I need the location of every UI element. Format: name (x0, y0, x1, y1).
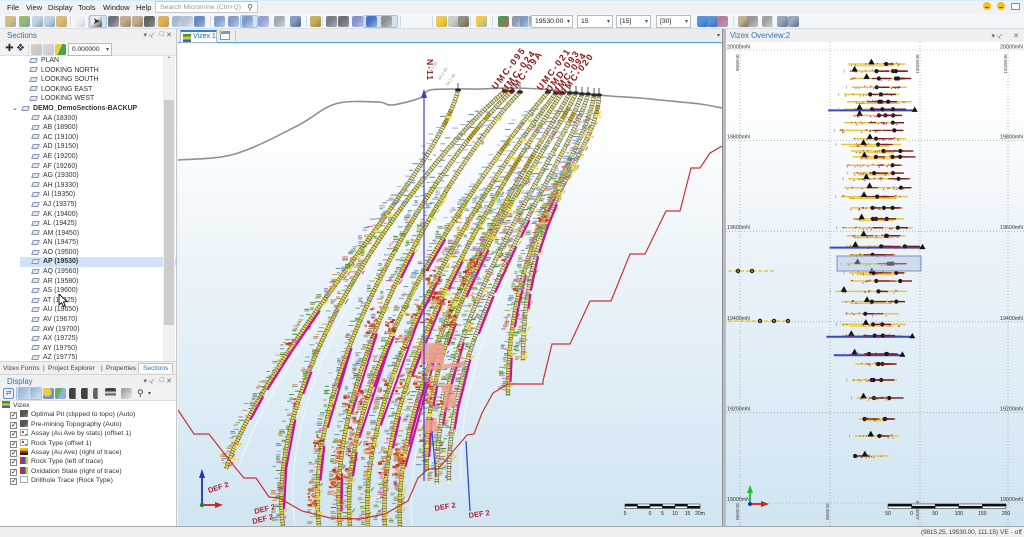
svg-text:TG: TG (256, 384, 262, 390)
svg-text:19600mN: 19600mN (1000, 225, 1023, 231)
svg-text:TG: TG (401, 292, 407, 298)
svg-text:64.2-88: 64.2-88 (437, 66, 449, 81)
svg-text:FG: FG (344, 332, 350, 338)
svg-text:0: 0 (910, 511, 913, 517)
svg-text:200: 200 (1002, 511, 1011, 517)
svg-text:19200mN: 19200mN (1000, 406, 1023, 412)
svg-text:5: 5 (624, 511, 627, 517)
svg-text:DEF 2: DEF 2 (207, 480, 230, 495)
svg-text:DEF 2: DEF 2 (468, 508, 490, 520)
svg-text:TG: TG (400, 372, 406, 378)
svg-text:19600mN: 19600mN (727, 225, 750, 231)
svg-text:19000mN: 19000mN (1000, 497, 1023, 503)
svg-text:20000mN: 20000mN (727, 45, 750, 51)
svg-text:10: 10 (672, 511, 678, 517)
svg-text:TG: TG (470, 291, 476, 297)
svg-text:10000mE: 10000mE (915, 500, 920, 520)
svg-text:DEF 2: DEF 2 (434, 500, 457, 513)
svg-text:FG: FG (504, 319, 510, 325)
svg-text:50: 50 (885, 511, 891, 517)
svg-text:FG: FG (403, 415, 409, 421)
svg-text:9600mE: 9600mE (735, 503, 740, 520)
svg-text:64.2-88: 64.2-88 (445, 72, 457, 87)
svg-text:10000mE: 10000mE (915, 54, 920, 74)
svg-text:50: 50 (932, 511, 938, 517)
svg-text:0: 0 (649, 511, 652, 517)
svg-text:19200mN: 19200mN (727, 406, 750, 412)
svg-text:9800mE: 9800mE (825, 503, 830, 520)
svg-text:19800mN: 19800mN (1000, 135, 1023, 141)
svg-text:20000mN: 20000mN (1000, 45, 1023, 51)
svg-text:150: 150 (978, 511, 987, 517)
svg-text:9600mE: 9600mE (735, 54, 740, 71)
svg-text:15: 15 (685, 511, 691, 517)
svg-text:19800mN: 19800mN (727, 135, 750, 141)
svg-text:TG: TG (526, 180, 532, 186)
svg-text:19400mN: 19400mN (1000, 316, 1023, 322)
svg-text:20m: 20m (695, 511, 705, 517)
svg-text:5: 5 (661, 511, 664, 517)
svg-text:10200mE: 10200mE (1003, 54, 1008, 74)
svg-text:19000mN: 19000mN (727, 497, 750, 503)
svg-text:100: 100 (955, 511, 964, 517)
